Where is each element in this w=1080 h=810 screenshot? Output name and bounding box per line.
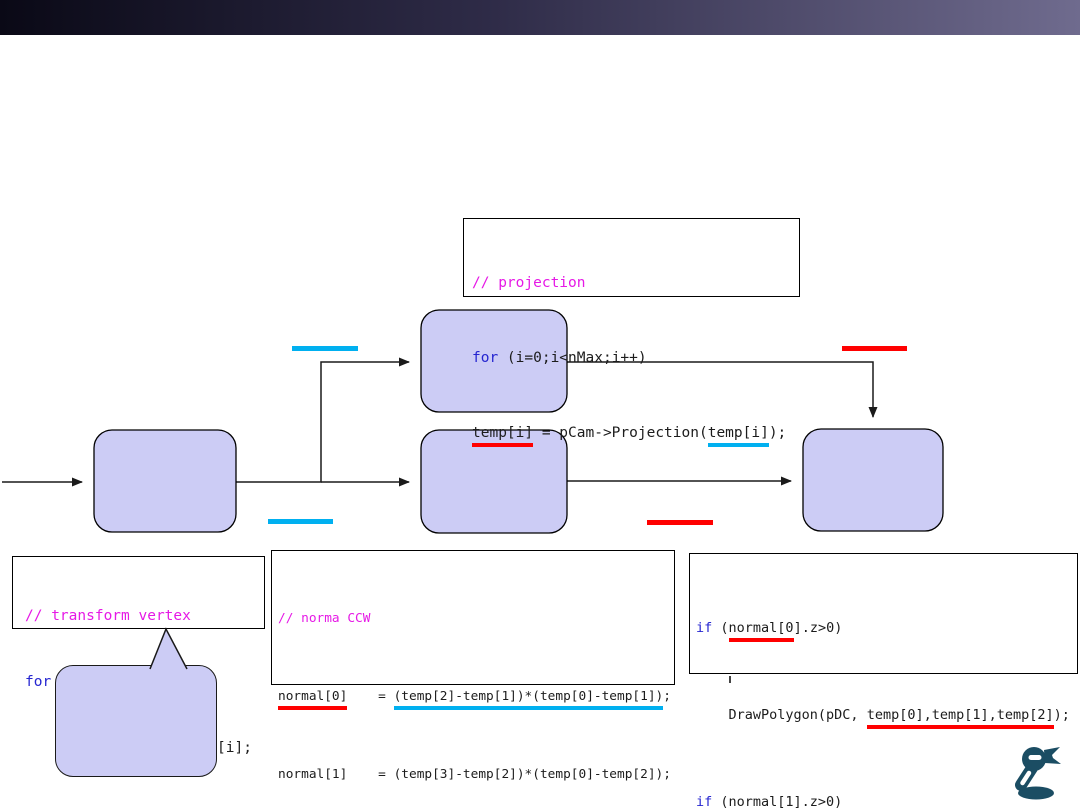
code-box-projection: // projection for (i=0;i<nMax;i++) temp[… [463, 218, 800, 297]
slide-canvas: // projection for (i=0;i<nMax;i++) temp[… [0, 0, 1080, 810]
code-line: for (i=0;i<nMax;i++) [472, 346, 791, 371]
code-line: if (normal[0].z>0) [696, 614, 1071, 643]
keyword-if: if [696, 620, 712, 636]
code-line: DrawPolygon(pDC, temp[0],temp[1],temp[2]… [696, 701, 1071, 730]
keyword-for: for [25, 674, 51, 690]
code-text: ( [712, 620, 728, 636]
code-text: (i=0;i<nMax;i++) [498, 350, 646, 366]
arrow-left-to-top [236, 362, 409, 482]
code-text: (temp[3]-temp[2])*(temp[0]-temp[2]) [394, 767, 664, 782]
code-line: normal[0] = (temp[2]-temp[1])*(temp[0]-t… [278, 684, 669, 710]
text-cursor-mark [729, 676, 731, 683]
code-text: = pCam->Projection( [533, 425, 708, 441]
code-text: = [347, 767, 393, 782]
code-text: ); [769, 425, 786, 441]
red-highlight-bar-bottom [647, 520, 713, 525]
cyan-underlined-token: temp[i] [708, 425, 769, 447]
code-box-normals: // norma CCW normal[0] = (temp[2]-temp[1… [271, 550, 675, 685]
code-text: DrawPolygon(pDC, [696, 707, 867, 723]
red-underlined-token: temp[0],temp[1],temp[2] [867, 707, 1054, 729]
code-text: ); [1054, 707, 1070, 723]
code-line: normal[1] = (temp[3]-temp[2])*(temp[0]-t… [278, 762, 669, 788]
callout-bubble [55, 665, 217, 777]
code-text: (normal[1].z>0) [712, 794, 842, 810]
callout-tail [140, 627, 200, 671]
keyword-if: if [696, 794, 712, 810]
red-highlight-bar-top [842, 346, 907, 351]
code-comment: // projection [472, 271, 791, 296]
keyword-for: for [472, 350, 498, 366]
robot-arm-logo-icon [1008, 744, 1068, 802]
red-underlined-token: temp[i] [472, 425, 533, 447]
code-text: ].z>0) [794, 620, 843, 636]
code-line: temp[i] = pCam->Projection(temp[i]); [472, 421, 791, 446]
cyan-underlined-token: (temp[2]-temp[1])*(temp[0]-temp[1]) [394, 689, 664, 710]
flow-box-left [94, 430, 236, 532]
red-underlined-token: normal[0 [729, 620, 794, 642]
code-comment: // transform vertex [25, 605, 258, 627]
code-text: ; [663, 689, 671, 704]
code-box-transform-vertex: // transform vertex for (i=0;i<nMax;i++)… [12, 556, 265, 629]
cyan-highlight-bar-top [292, 346, 358, 351]
code-text: = [347, 689, 393, 704]
flow-box-right [803, 429, 943, 531]
cyan-highlight-bar-bottom [268, 519, 333, 524]
code-text: normal[1] [278, 767, 347, 782]
code-box-drawpolygon: if (normal[0].z>0) DrawPolygon(pDC, temp… [689, 553, 1078, 674]
red-underlined-token: normal[0] [278, 689, 347, 710]
header-gradient-bar [0, 0, 1080, 35]
code-text: ; [663, 767, 671, 782]
code-comment: // norma CCW [278, 606, 669, 632]
